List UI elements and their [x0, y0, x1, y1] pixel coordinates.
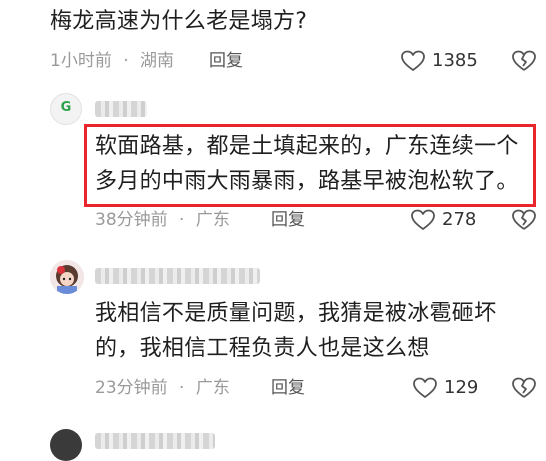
comment-text-line: 软面路基，都是土填起来的，广东连续一个: [95, 134, 519, 159]
question-location: 湖南: [140, 51, 175, 71]
avatar-logo: G: [60, 100, 72, 115]
broken-heart-icon[interactable]: [511, 49, 537, 73]
question-time: 1小时前: [50, 51, 112, 71]
comment-like-count: 278: [442, 209, 477, 230]
broken-heart-icon[interactable]: [511, 208, 537, 232]
avatar-image: [50, 260, 84, 294]
comment-meta: 23分钟前 · 广东: [95, 376, 230, 400]
comment-like-count: 129: [444, 377, 479, 398]
comment-time: 23分钟前: [95, 378, 168, 398]
comment-text-line: 的，我相信工程负责人也是这么想: [95, 336, 430, 361]
username-blurred[interactable]: [95, 101, 147, 117]
comment-location: 广东: [195, 378, 230, 398]
username-blurred[interactable]: [95, 268, 260, 284]
comment-meta: 38分钟前 · 广东: [95, 208, 230, 232]
question-reply-button[interactable]: 回复: [209, 49, 243, 73]
avatar[interactable]: G: [50, 93, 82, 125]
comment-text-line: 我相信不是质量问题，我猜是被冰雹砸坏: [95, 301, 497, 326]
comment-like-button[interactable]: 129: [412, 376, 478, 400]
heart-icon: [401, 50, 425, 71]
comment-location: 广东: [195, 210, 230, 230]
comment-reply-button[interactable]: 回复: [271, 376, 305, 400]
meta-dot: ·: [179, 378, 185, 398]
question-like-button[interactable]: 1385: [400, 49, 478, 73]
comment-reply-button[interactable]: 回复: [271, 208, 305, 232]
comment-text-line: 多月的中雨大雨暴雨，路基早被泡松软了。: [95, 169, 519, 194]
username-blurred[interactable]: [95, 433, 215, 449]
comment-time: 38分钟前: [95, 210, 168, 230]
question-like-count: 1385: [432, 50, 478, 71]
avatar[interactable]: [50, 429, 82, 461]
heart-icon: [411, 209, 435, 230]
heart-icon: [413, 377, 437, 398]
question-text: 梅龙高速为什么老是塌方?: [50, 9, 308, 34]
broken-heart-icon[interactable]: [511, 376, 537, 400]
meta-dot: ·: [179, 210, 185, 230]
meta-dot: ·: [123, 51, 129, 71]
comment-like-button[interactable]: 278: [410, 208, 476, 232]
question-meta: 1小时前 · 湖南: [50, 49, 174, 73]
avatar[interactable]: [50, 260, 84, 294]
